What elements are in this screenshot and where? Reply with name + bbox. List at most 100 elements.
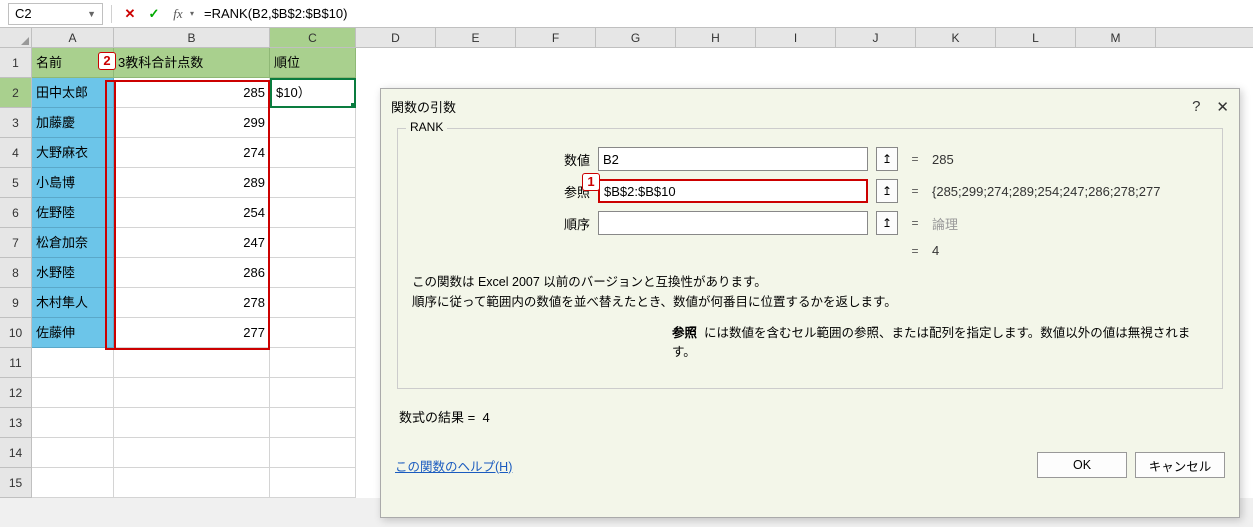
arg-input-order[interactable] <box>598 211 868 235</box>
row-header[interactable]: 11 <box>0 348 32 378</box>
formula-input[interactable]: =RANK(B2,$B$2:$B$10) <box>198 6 1245 21</box>
col-header-B[interactable]: B <box>114 28 270 47</box>
row-header[interactable]: 12 <box>0 378 32 408</box>
col-header-F[interactable]: F <box>516 28 596 47</box>
range-select-icon[interactable]: ↥ <box>876 179 898 203</box>
col-header-J[interactable]: J <box>836 28 916 47</box>
cancel-button[interactable]: キャンセル <box>1135 452 1225 478</box>
cell[interactable] <box>270 288 356 318</box>
cell[interactable]: 254 <box>114 198 270 228</box>
cancel-icon[interactable]: ✕ <box>120 4 140 24</box>
col-header-H[interactable]: H <box>676 28 756 47</box>
cell[interactable] <box>32 408 114 438</box>
chevron-down-icon[interactable]: ▾ <box>190 9 194 18</box>
row-header[interactable]: 10 <box>0 318 32 348</box>
row-header[interactable]: 8 <box>0 258 32 288</box>
cell[interactable]: 3教科合計点数 <box>114 48 270 78</box>
row-header[interactable]: 5 <box>0 168 32 198</box>
function-help-link[interactable]: この関数のヘルプ(H) <box>395 456 512 475</box>
cell[interactable] <box>270 168 356 198</box>
select-all-corner[interactable] <box>0 28 32 47</box>
cell[interactable]: 松倉加奈 <box>32 228 114 258</box>
cell[interactable] <box>270 138 356 168</box>
insert-function-icon[interactable]: fx <box>168 4 188 24</box>
cell[interactable] <box>270 198 356 228</box>
cell[interactable]: 285 <box>114 78 270 108</box>
row-header[interactable]: 2 <box>0 78 32 108</box>
col-header-L[interactable]: L <box>996 28 1076 47</box>
function-description: この関数は Excel 2007 以前のバージョンと互換性があります。 順序に従… <box>412 272 1208 312</box>
cell[interactable] <box>114 468 270 498</box>
arg-label: 参照 <box>410 182 590 201</box>
col-header-I[interactable]: I <box>756 28 836 47</box>
cell[interactable]: 佐野陸 <box>32 198 114 228</box>
row-header[interactable]: 14 <box>0 438 32 468</box>
row-header[interactable]: 13 <box>0 408 32 438</box>
col-header-A[interactable]: A <box>32 28 114 47</box>
cell[interactable] <box>270 258 356 288</box>
cell[interactable] <box>270 348 356 378</box>
row-header[interactable]: 4 <box>0 138 32 168</box>
cell[interactable]: 小島博 <box>32 168 114 198</box>
col-header-M[interactable]: M <box>1076 28 1156 47</box>
name-box-value: C2 <box>15 6 32 21</box>
col-header-G[interactable]: G <box>596 28 676 47</box>
cell[interactable]: 289 <box>114 168 270 198</box>
ok-button[interactable]: OK <box>1037 452 1127 478</box>
row-header[interactable]: 9 <box>0 288 32 318</box>
cell[interactable]: 247 <box>114 228 270 258</box>
cell[interactable] <box>270 108 356 138</box>
dialog-title: 関数の引数 <box>391 97 456 116</box>
arg-result: 論理 <box>932 214 958 233</box>
cell[interactable] <box>270 438 356 468</box>
row-header[interactable]: 15 <box>0 468 32 498</box>
cell[interactable] <box>114 348 270 378</box>
chevron-down-icon[interactable]: ▼ <box>87 9 96 19</box>
col-header-C[interactable]: C <box>270 28 356 47</box>
cell[interactable]: 水野陸 <box>32 258 114 288</box>
cell[interactable]: 274 <box>114 138 270 168</box>
range-select-icon[interactable]: ↥ <box>876 211 898 235</box>
cell[interactable] <box>114 438 270 468</box>
cell[interactable]: 277 <box>114 318 270 348</box>
equals-sign: = <box>906 152 924 166</box>
cell[interactable]: 佐藤伸 <box>32 318 114 348</box>
range-select-icon[interactable]: ↥ <box>876 147 898 171</box>
arg-input-ref[interactable]: $B$2:$B$10 <box>598 179 868 203</box>
col-header-E[interactable]: E <box>436 28 516 47</box>
cell[interactable] <box>270 408 356 438</box>
col-header-D[interactable]: D <box>356 28 436 47</box>
result-label: 数式の結果 = <box>399 410 475 425</box>
row-header[interactable]: 6 <box>0 198 32 228</box>
cell[interactable] <box>114 378 270 408</box>
active-cell[interactable]: $10） <box>270 78 356 108</box>
col-header-K[interactable]: K <box>916 28 996 47</box>
name-box[interactable]: C2 ▼ <box>8 3 103 25</box>
arg-input-number[interactable]: B2 <box>598 147 868 171</box>
cell[interactable]: 木村隼人 <box>32 288 114 318</box>
close-icon[interactable]: ✕ <box>1216 98 1229 116</box>
row-header[interactable]: 7 <box>0 228 32 258</box>
cell[interactable] <box>32 378 114 408</box>
cell[interactable]: 大野麻衣 <box>32 138 114 168</box>
cell[interactable]: 田中太郎 <box>32 78 114 108</box>
enter-icon[interactable]: ✓ <box>144 4 164 24</box>
annotation-badge-2: 2 <box>98 52 116 70</box>
cell[interactable] <box>270 378 356 408</box>
cell[interactable] <box>270 318 356 348</box>
cell[interactable] <box>114 408 270 438</box>
help-icon[interactable]: ? <box>1192 98 1200 116</box>
cell[interactable]: 加藤慶 <box>32 108 114 138</box>
cell[interactable] <box>270 228 356 258</box>
cell[interactable] <box>270 468 356 498</box>
cell[interactable]: 286 <box>114 258 270 288</box>
row-header[interactable]: 3 <box>0 108 32 138</box>
row-header[interactable]: 1 <box>0 48 32 78</box>
cell[interactable] <box>32 348 114 378</box>
cell[interactable]: 278 <box>114 288 270 318</box>
arg-result: {285;299;274;289;254;247;286;278;277 <box>932 184 1160 199</box>
cell[interactable] <box>32 438 114 468</box>
cell[interactable]: 299 <box>114 108 270 138</box>
cell[interactable] <box>32 468 114 498</box>
cell[interactable]: 順位 <box>270 48 356 78</box>
